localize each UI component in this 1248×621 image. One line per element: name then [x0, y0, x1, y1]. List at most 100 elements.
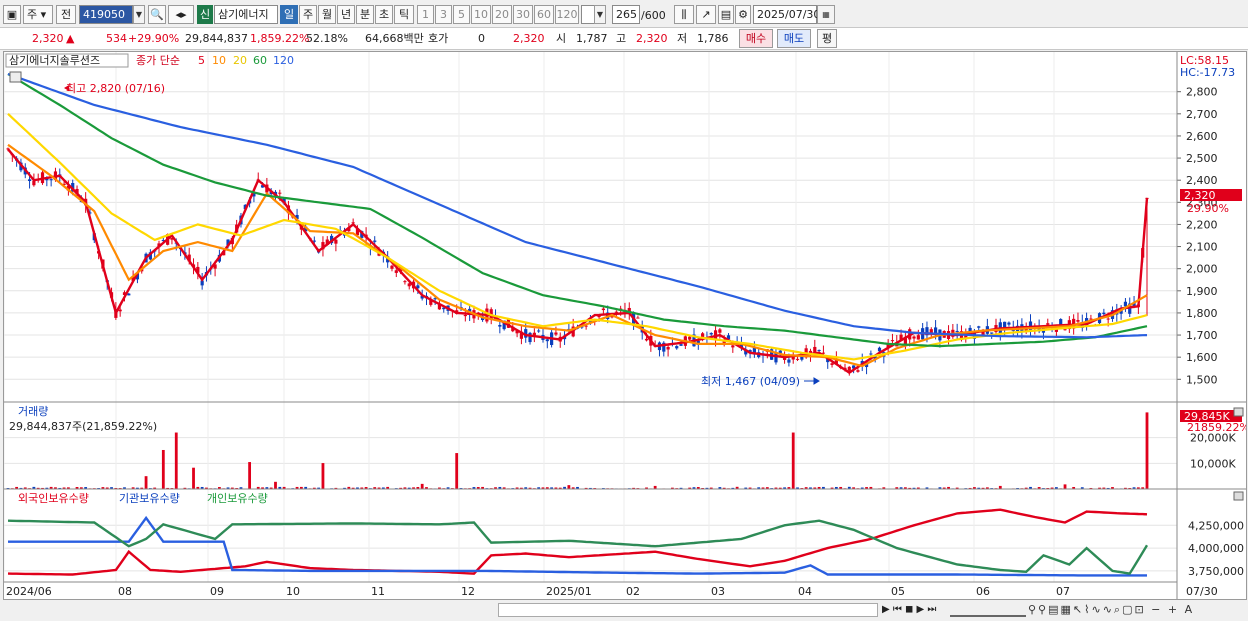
- candle-body: [709, 333, 713, 335]
- candle-body: [847, 366, 851, 371]
- y-tick-label: 4,000,000: [1188, 542, 1244, 555]
- sell-button[interactable]: 매도: [777, 29, 811, 48]
- drawing-tools[interactable]: ⚲⚲▤▦↖⌇∿∿⌕▢⊡ − + A: [1028, 602, 1244, 618]
- eval-button[interactable]: 평: [817, 29, 837, 48]
- panel-menu-icon[interactable]: [9, 71, 22, 83]
- hc-value: HC:-17.73: [1180, 66, 1235, 79]
- interval-1[interactable]: 1: [417, 5, 434, 24]
- close-icon[interactable]: [1233, 407, 1244, 417]
- candle-body: [390, 265, 394, 269]
- holdings-line: [7, 519, 1149, 575]
- volume-bar: [174, 432, 178, 489]
- percent-tag: 29.90%: [1187, 202, 1229, 215]
- chart-area[interactable]: 2,800 2,700 2,600 2,500 2,400 2,300 2,200 2,100…: [3, 51, 1248, 600]
- period-tick[interactable]: 틱: [394, 5, 414, 24]
- candle-body: [795, 358, 800, 360]
- candle-body: [675, 346, 679, 349]
- menu-icon[interactable]: ▣: [3, 5, 21, 24]
- candle-body: [403, 281, 407, 283]
- bar-count-input[interactable]: 265: [612, 5, 640, 24]
- candle-body: [679, 344, 683, 346]
- y-tick-label: 2,200: [1186, 218, 1218, 231]
- interval-10[interactable]: 10: [471, 5, 491, 24]
- period-year[interactable]: 년: [337, 5, 355, 24]
- credit-badge: 신: [197, 5, 213, 24]
- y-tick-label: 2,000: [1186, 263, 1218, 276]
- stock-code-input[interactable]: 419050: [79, 5, 133, 24]
- price-tag: 2,320: [1184, 189, 1216, 202]
- date-input[interactable]: 2025/07/30: [753, 5, 820, 24]
- low-price: 1,786: [697, 32, 729, 45]
- chevron-down-icon[interactable]: ▼: [133, 5, 145, 24]
- candle-body: [644, 338, 649, 341]
- y-tick-label: 1,700: [1186, 329, 1218, 342]
- y-tick-label: 3,750,000: [1188, 565, 1244, 578]
- calendar-icon[interactable]: ▦: [817, 5, 835, 24]
- gear-icon[interactable]: ⚙: [735, 5, 751, 24]
- stock-name-field[interactable]: 삼기에너지: [214, 5, 278, 24]
- period-week[interactable]: 주: [299, 5, 317, 24]
- candle-body: [912, 336, 916, 339]
- volume-bar: [420, 483, 424, 489]
- ask-value: 0: [478, 32, 485, 45]
- ma-5-label: 5: [198, 54, 205, 67]
- volume-title: 거래량: [18, 405, 48, 418]
- draw-tool-icon[interactable]: ↗: [696, 5, 716, 24]
- current-price: 2,320: [32, 32, 64, 45]
- interval-120[interactable]: 120: [555, 5, 579, 24]
- interval-30[interactable]: 30: [513, 5, 533, 24]
- y-tick-label: 1,900: [1186, 285, 1218, 298]
- x-tick-label: 04: [798, 585, 812, 598]
- candle-body: [1046, 323, 1050, 325]
- candle-body: [334, 239, 338, 244]
- trade-amount: 64,668백만: [365, 32, 424, 45]
- candle-icon[interactable]: ⫼: [674, 5, 694, 24]
- y-tick-label: 10,000K: [1190, 457, 1236, 470]
- interval-3[interactable]: 3: [435, 5, 452, 24]
- candle-body: [373, 240, 377, 242]
- x-tick-label: 07: [1056, 585, 1070, 598]
- candle-body: [990, 332, 994, 334]
- volume-grid: [4, 437, 1177, 464]
- y-tick-label: 4,250,000: [1188, 519, 1244, 532]
- save-icon[interactable]: ▤: [718, 5, 734, 24]
- y-tick-label: 2,500: [1186, 152, 1218, 165]
- period-type-select[interactable]: 주 ▾: [23, 5, 53, 24]
- buy-button[interactable]: 매수: [739, 29, 773, 48]
- x-tick-label: 09: [210, 585, 224, 598]
- volume-bar: [567, 485, 571, 489]
- x-tick-label: 03: [711, 585, 725, 598]
- chevron-down-icon[interactable]: ▼: [594, 5, 606, 24]
- candle-body: [890, 340, 895, 342]
- volume-bar: [192, 467, 195, 489]
- interval-60[interactable]: 60: [534, 5, 554, 24]
- chart-scrollbar[interactable]: ▶ ⏮ ◼ ▶ ⏭ ⚲⚲▤▦↖⌇∿∿⌕▢⊡ − + A: [0, 600, 1248, 621]
- prev-button[interactable]: 전: [56, 5, 76, 24]
- chart-window: ▣ 주 ▾ 전 419050 ▼ 🔍 ◂▸ 신 삼기에너지 일 주 월 년 분 …: [0, 0, 1248, 621]
- x-tick-label: 12: [461, 585, 475, 598]
- stock-chart[interactable]: 2,8002,7002,6002,5002,4002,3002,2002,100…: [3, 52, 1248, 599]
- y-axis-ticks: 2,8002,7002,6002,5002,4002,3002,2002,100…: [1177, 86, 1244, 578]
- candle-body: [1102, 312, 1106, 315]
- history-icon[interactable]: ◂▸: [168, 5, 194, 24]
- period-day[interactable]: 일: [280, 5, 298, 24]
- x-tick-label: 07/30: [1186, 585, 1218, 598]
- candle-body: [49, 179, 53, 181]
- institution-holdings-label: 기관보유수량: [119, 492, 180, 505]
- interval-5[interactable]: 5: [453, 5, 470, 24]
- candle-body: [498, 324, 502, 327]
- candle-body: [688, 336, 692, 340]
- ma-60-line: [7, 73, 1148, 348]
- period-second[interactable]: 초: [375, 5, 393, 24]
- scroll-thumb[interactable]: [498, 603, 878, 617]
- y-tick-label: 2,100: [1186, 241, 1218, 254]
- volume-bar: [248, 462, 252, 489]
- close-icon[interactable]: [1233, 491, 1244, 501]
- candle-body: [127, 293, 131, 296]
- zoom-slider[interactable]: [950, 603, 1026, 617]
- search-icon[interactable]: 🔍: [148, 5, 166, 24]
- interval-20[interactable]: 20: [492, 5, 512, 24]
- period-minute[interactable]: 분: [356, 5, 374, 24]
- period-month[interactable]: 월: [318, 5, 336, 24]
- volume-ratio: 1,859.22%: [250, 32, 310, 45]
